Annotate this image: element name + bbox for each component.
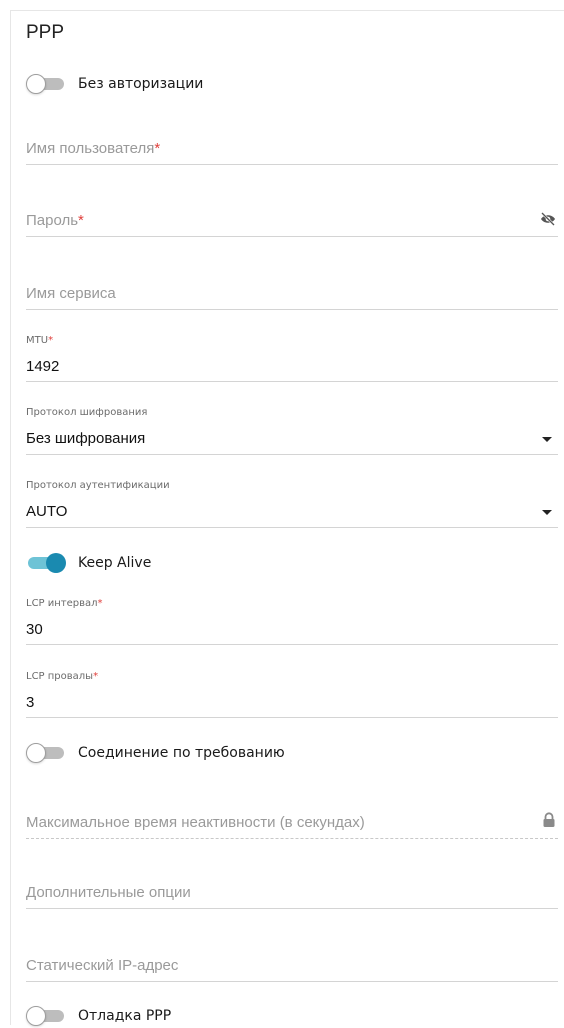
section-title: PPP	[26, 22, 65, 43]
keep-alive-toggle[interactable]	[26, 553, 66, 573]
no-auth-row[interactable]: Без авторизации	[26, 72, 203, 96]
no-auth-toggle[interactable]	[26, 74, 66, 94]
username-placeholder: Имя пользователя*	[26, 140, 161, 157]
caret-down-icon	[542, 437, 552, 442]
eye-slash-icon[interactable]	[540, 212, 556, 231]
username-field[interactable]: Имя пользователя*	[26, 130, 558, 166]
lcp-interval-value: 30	[26, 621, 43, 638]
extra-options-field[interactable]: Дополнительные опции	[26, 874, 558, 910]
encryption-value: Без шифрования	[26, 430, 146, 447]
service-name-field[interactable]: Имя сервиса	[26, 275, 558, 311]
on-demand-toggle[interactable]	[26, 743, 66, 763]
service-name-placeholder: Имя сервиса	[26, 285, 116, 302]
idle-time-field: Максимальное время неактивности (в секун…	[26, 804, 558, 840]
encryption-select[interactable]: Протокол шифрования Без шифрования	[26, 407, 558, 456]
auth-protocol-label: Протокол аутентификации	[26, 480, 170, 491]
encryption-label: Протокол шифрования	[26, 407, 148, 418]
static-ip-placeholder: Статический IP-адрес	[26, 957, 179, 974]
no-auth-label: Без авторизации	[78, 76, 204, 92]
on-demand-row[interactable]: Соединение по требованию	[26, 741, 285, 765]
auth-protocol-select[interactable]: Протокол аутентификации AUTO	[26, 480, 558, 529]
lcp-failures-label: LCP провалы*	[26, 671, 99, 682]
ppp-debug-label: Отладка PPP	[78, 1008, 172, 1024]
mtu-value: 1492	[26, 358, 60, 375]
keep-alive-row[interactable]: Keep Alive	[26, 551, 151, 575]
extra-options-placeholder: Дополнительные опции	[26, 884, 191, 901]
lcp-interval-field[interactable]: LCP интервал* 30	[26, 598, 558, 646]
lcp-failures-value: 3	[26, 694, 35, 711]
mtu-field[interactable]: MTU* 1492	[26, 335, 558, 383]
static-ip-field[interactable]: Статический IP-адрес	[26, 947, 558, 983]
idle-time-placeholder: Максимальное время неактивности (в секун…	[26, 814, 365, 831]
ppp-debug-toggle[interactable]	[26, 1006, 66, 1026]
password-field[interactable]: Пароль*	[26, 202, 558, 238]
lock-icon	[542, 812, 556, 833]
mtu-label: MTU*	[26, 335, 54, 346]
lcp-failures-field[interactable]: LCP провалы* 3	[26, 671, 558, 719]
keep-alive-label: Keep Alive	[78, 555, 152, 571]
ppp-debug-row[interactable]: Отладка PPP	[26, 1004, 171, 1028]
auth-protocol-value: AUTO	[26, 503, 68, 520]
on-demand-label: Соединение по требованию	[78, 745, 285, 761]
caret-down-icon	[542, 510, 552, 515]
lcp-interval-label: LCP интервал*	[26, 598, 103, 609]
password-placeholder: Пароль*	[26, 212, 84, 229]
